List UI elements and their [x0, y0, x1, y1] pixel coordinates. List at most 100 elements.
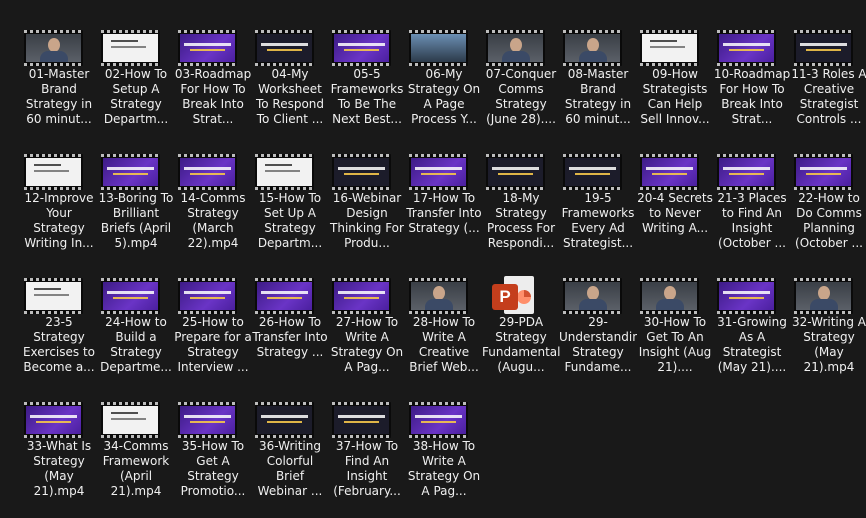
video-thumbnail-icon — [640, 30, 699, 66]
file-name-label: 38-How To Write A Strategy On A Pag... — [407, 439, 481, 498]
video-thumbnail-icon — [101, 30, 160, 66]
video-thumbnail-icon — [563, 278, 622, 314]
file-name-label: 13-Boring To Brilliant Briefs (April 5).… — [98, 191, 174, 250]
file-item[interactable]: 16-Webinar Design Thinking For Produ... — [328, 150, 406, 270]
file-item[interactable]: 04-My Worksheet To Respond To Client ... — [251, 26, 329, 146]
video-thumbnail-icon — [332, 154, 391, 190]
file-item[interactable]: P 29-PDA Strategy Fundamentals (Augu... — [482, 274, 560, 394]
video-thumbnail-icon — [255, 278, 314, 314]
video-thumbnail-icon — [794, 30, 853, 66]
file-item[interactable]: 23-5 Strategy Exercises to Become a... — [20, 274, 98, 394]
file-item[interactable]: 32-Writing A Strategy (May 21).mp4 — [790, 274, 866, 394]
file-name-label: 22-How to Do Comms Planning (October ... — [795, 191, 863, 250]
powerpoint-icon: P — [490, 274, 534, 318]
file-item[interactable]: 21-3 Places to Find An Insight (October … — [713, 150, 791, 270]
video-thumbnail-icon — [794, 278, 853, 314]
video-thumbnail-icon — [717, 278, 776, 314]
file-item[interactable]: 10-Roadmap For How To Break Into Strat..… — [713, 26, 791, 146]
file-item[interactable]: 31-Growing As A Strategist (May 21).... — [713, 274, 791, 394]
file-item[interactable]: 24-How to Build a Strategy Departme... — [97, 274, 175, 394]
video-thumbnail-icon — [178, 30, 237, 66]
file-name-label: 26-How To Transfer Into Strategy ... — [252, 315, 328, 359]
file-name-label: 31-Growing As A Strategist (May 21).... — [717, 315, 787, 374]
file-name-label: 35-How To Get A Strategy Promotio... — [180, 439, 246, 498]
file-name-label: 28-How To Write A Creative Brief Web... — [409, 315, 479, 374]
file-item[interactable]: 01-Master Brand Strategy in 60 minut... — [20, 26, 98, 146]
file-item[interactable]: 17-How To Transfer Into Strategy (... — [405, 150, 483, 270]
file-name-label: 29-PDA Strategy Fundamentals (Augu... — [482, 315, 560, 374]
file-item[interactable]: 07-Conquer Comms Strategy (June 28).... — [482, 26, 560, 146]
video-thumbnail-icon — [178, 402, 237, 438]
file-name-label: 32-Writing A Strategy (May 21).mp4 — [792, 315, 866, 374]
video-thumbnail-icon — [563, 30, 622, 66]
file-item[interactable]: 05-5 Frameworks To Be The Next Best... — [328, 26, 406, 146]
file-item[interactable]: 36-Writing Colorful Brief Webinar ... — [251, 398, 329, 518]
file-item[interactable]: 03-Roadmap For How To Break Into Strat..… — [174, 26, 252, 146]
video-thumbnail-icon — [24, 278, 83, 314]
video-thumbnail-icon — [24, 154, 83, 190]
file-name-label: 08-Master Brand Strategy in 60 minut... — [564, 67, 632, 126]
video-thumbnail-icon — [101, 402, 160, 438]
video-thumbnail-icon — [255, 402, 314, 438]
file-item[interactable]: 28-How To Write A Creative Brief Web... — [405, 274, 483, 394]
video-thumbnail-icon — [717, 30, 776, 66]
file-name-label: 29-Understanding Strategy Fundame... — [559, 315, 637, 374]
file-item[interactable]: 35-How To Get A Strategy Promotio... — [174, 398, 252, 518]
file-item[interactable]: 38-How To Write A Strategy On A Pag... — [405, 398, 483, 518]
file-name-label: 24-How to Build a Strategy Departme... — [100, 315, 172, 374]
file-item[interactable]: 09-How Strategists Can Help Sell Innov..… — [636, 26, 714, 146]
video-thumbnail-icon — [640, 278, 699, 314]
file-name-label: 23-5 Strategy Exercises to Become a... — [22, 315, 96, 374]
video-thumbnail-icon — [640, 154, 699, 190]
video-thumbnail-icon — [24, 30, 83, 66]
file-item[interactable]: 02-How To Setup A Strategy Departm... — [97, 26, 175, 146]
file-item[interactable]: 11-3 Roles A Creative Strategist Control… — [790, 26, 866, 146]
video-thumbnail-icon — [409, 402, 468, 438]
video-thumbnail-icon — [101, 278, 160, 314]
video-thumbnail-icon — [486, 30, 545, 66]
video-thumbnail-icon — [332, 30, 391, 66]
file-item[interactable]: 15-How To Set Up A Strategy Departm... — [251, 150, 329, 270]
video-thumbnail-icon — [409, 30, 468, 66]
file-item[interactable]: 26-How To Transfer Into Strategy ... — [251, 274, 329, 394]
file-name-label: 10-Roadmap For How To Break Into Strat..… — [713, 67, 791, 126]
file-item[interactable]: 34-Comms Framework (April 21).mp4 — [97, 398, 175, 518]
file-item[interactable]: 29-Understanding Strategy Fundame... — [559, 274, 637, 394]
video-thumbnail-icon — [178, 278, 237, 314]
file-item[interactable]: 08-Master Brand Strategy in 60 minut... — [559, 26, 637, 146]
video-thumbnail-icon — [332, 278, 391, 314]
file-name-label: 18-My Strategy Process For Respondi... — [486, 191, 556, 250]
file-item[interactable]: 27-How To Write A Strategy On A Pag... — [328, 274, 406, 394]
file-name-label: 07-Conquer Comms Strategy (June 28).... — [485, 67, 557, 126]
file-item[interactable]: 37-How To Find An Insight (February... — [328, 398, 406, 518]
file-item[interactable]: 13-Boring To Brilliant Briefs (April 5).… — [97, 150, 175, 270]
file-item[interactable]: 19-5 Frameworks Every Ad Strategist... — [559, 150, 637, 270]
file-name-label: 05-5 Frameworks To Be The Next Best... — [330, 67, 404, 126]
video-thumbnail-icon — [332, 402, 391, 438]
file-name-label: 04-My Worksheet To Respond To Client ... — [255, 67, 325, 126]
file-name-label: 01-Master Brand Strategy in 60 minut... — [25, 67, 93, 126]
video-thumbnail-icon — [486, 154, 545, 190]
file-item[interactable]: 25-How to Prepare for a Strategy Intervi… — [174, 274, 252, 394]
file-item[interactable]: 06-My Strategy On A Page Process Y... — [405, 26, 483, 146]
file-item[interactable]: 30-How To Get To An Insight (Aug 21).... — [636, 274, 714, 394]
file-name-label: 25-How to Prepare for a Strategy Intervi… — [174, 315, 252, 374]
file-name-label: 17-How To Transfer Into Strategy (... — [406, 191, 482, 235]
file-name-label: 16-Webinar Design Thinking For Produ... — [330, 191, 404, 250]
video-thumbnail-icon — [24, 402, 83, 438]
file-item[interactable]: 18-My Strategy Process For Respondi... — [482, 150, 560, 270]
file-name-label: 30-How To Get To An Insight (Aug 21).... — [638, 315, 712, 374]
file-item[interactable]: 22-How to Do Comms Planning (October ... — [790, 150, 866, 270]
video-thumbnail-icon — [255, 30, 314, 66]
file-name-label: 12-Improve Your Strategy Writing In... — [24, 191, 94, 250]
video-thumbnail-icon — [563, 154, 622, 190]
file-item[interactable]: 33-What Is Strategy (May 21).mp4 — [20, 398, 98, 518]
file-item[interactable]: 20-4 Secrets to Never Writing A... — [636, 150, 714, 270]
video-thumbnail-icon — [717, 154, 776, 190]
video-thumbnail-icon — [409, 154, 468, 190]
file-name-label: 33-What Is Strategy (May 21).mp4 — [26, 439, 92, 498]
file-name-label: 02-How To Setup A Strategy Departm... — [103, 67, 169, 126]
file-name-label: 14-Comms Strategy (March 22).mp4 — [180, 191, 246, 250]
file-item[interactable]: 12-Improve Your Strategy Writing In... — [20, 150, 98, 270]
file-item[interactable]: 14-Comms Strategy (March 22).mp4 — [174, 150, 252, 270]
